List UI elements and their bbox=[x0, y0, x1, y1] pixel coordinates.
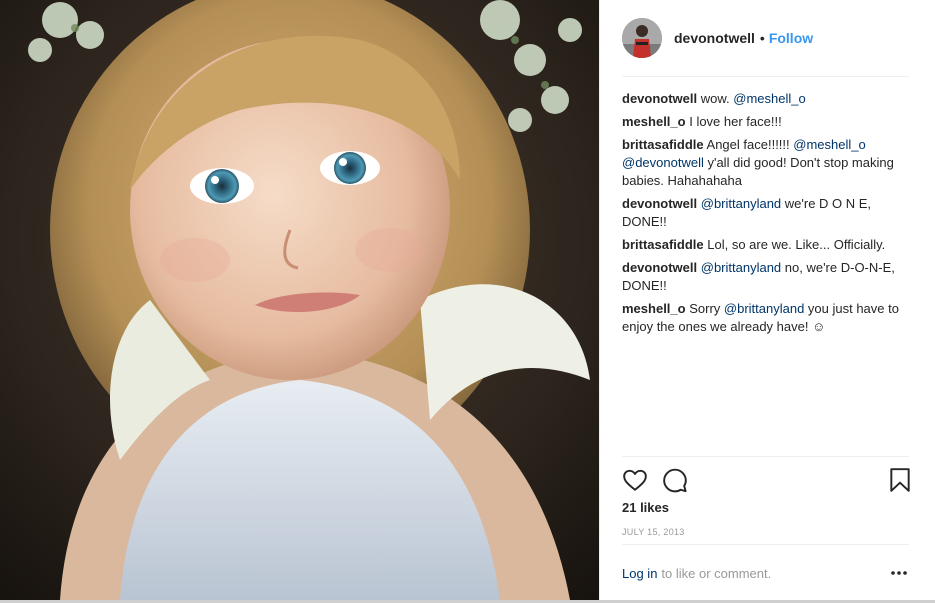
comment-username[interactable]: brittasafiddle bbox=[622, 237, 704, 252]
comment-mention-link[interactable]: @meshell_o bbox=[793, 137, 865, 152]
bookmark-icon[interactable] bbox=[887, 467, 913, 493]
likes-count[interactable]: 21 likes bbox=[622, 500, 669, 515]
owner-username[interactable]: devonotwell bbox=[674, 30, 755, 46]
comment-username[interactable]: devonotwell bbox=[622, 91, 697, 106]
instagram-post: devonotwell • Follow devonotwell wow. @m… bbox=[0, 0, 935, 603]
comment-item: devonotwell @brittanyland no, we're D-O-… bbox=[622, 259, 909, 295]
avatar-image bbox=[622, 18, 662, 58]
comment-mention-link[interactable]: @brittanyland bbox=[724, 301, 804, 316]
comment-text: wow. bbox=[700, 91, 734, 106]
photo-image bbox=[0, 0, 599, 600]
post-timestamp: JULY 15, 2013 bbox=[622, 527, 685, 537]
comment-username[interactable]: meshell_o bbox=[622, 114, 686, 129]
comment-item: brittasafiddle Angel face!!!!!! @meshell… bbox=[622, 136, 909, 190]
avatar[interactable] bbox=[622, 18, 662, 58]
more-options-icon[interactable] bbox=[889, 565, 909, 581]
post-sidebar: devonotwell • Follow devonotwell wow. @m… bbox=[599, 0, 935, 600]
comment-item: brittasafiddle Lol, so are we. Like... O… bbox=[622, 236, 909, 254]
comment-bubble-icon[interactable] bbox=[662, 467, 688, 493]
comment-text: I love her face!!! bbox=[689, 114, 782, 129]
comment-username[interactable]: meshell_o bbox=[622, 301, 686, 316]
comment-mention-link[interactable]: @brittanyland bbox=[701, 260, 781, 275]
comment-mention-link[interactable]: @meshell_o bbox=[733, 91, 805, 106]
post-header: devonotwell • Follow bbox=[622, 0, 909, 77]
comment-mention-link[interactable]: @brittanyland bbox=[701, 196, 781, 211]
post-footer: Log in to like or comment. bbox=[622, 544, 909, 601]
post-photo[interactable] bbox=[0, 0, 599, 600]
heart-icon[interactable] bbox=[622, 467, 648, 493]
comment-text: Sorry bbox=[689, 301, 724, 316]
comment-item: devonotwell @brittanyland we're D O N E,… bbox=[622, 195, 909, 231]
comment-mention-link[interactable]: @devonotwell bbox=[622, 155, 704, 170]
login-link[interactable]: Log in bbox=[622, 566, 657, 581]
action-bar bbox=[622, 456, 910, 501]
header-separator: • bbox=[759, 30, 765, 46]
comment-text: Angel face!!!!!! bbox=[706, 137, 794, 152]
comment-item: devonotwell wow. @meshell_o bbox=[622, 90, 909, 108]
comment-item: meshell_o I love her face!!! bbox=[622, 113, 909, 131]
comment-username[interactable]: devonotwell bbox=[622, 260, 697, 275]
login-prompt: to like or comment. bbox=[661, 565, 772, 581]
comment-username[interactable]: brittasafiddle bbox=[622, 137, 704, 152]
comment-list: devonotwell wow. @meshell_o meshell_o I l… bbox=[622, 90, 909, 341]
comment-text: Lol, so are we. Like... Officially. bbox=[707, 237, 886, 252]
comment-username[interactable]: devonotwell bbox=[622, 196, 697, 211]
comment-item: meshell_o Sorry @brittanyland you just h… bbox=[622, 300, 909, 336]
follow-button[interactable]: Follow bbox=[769, 30, 813, 46]
